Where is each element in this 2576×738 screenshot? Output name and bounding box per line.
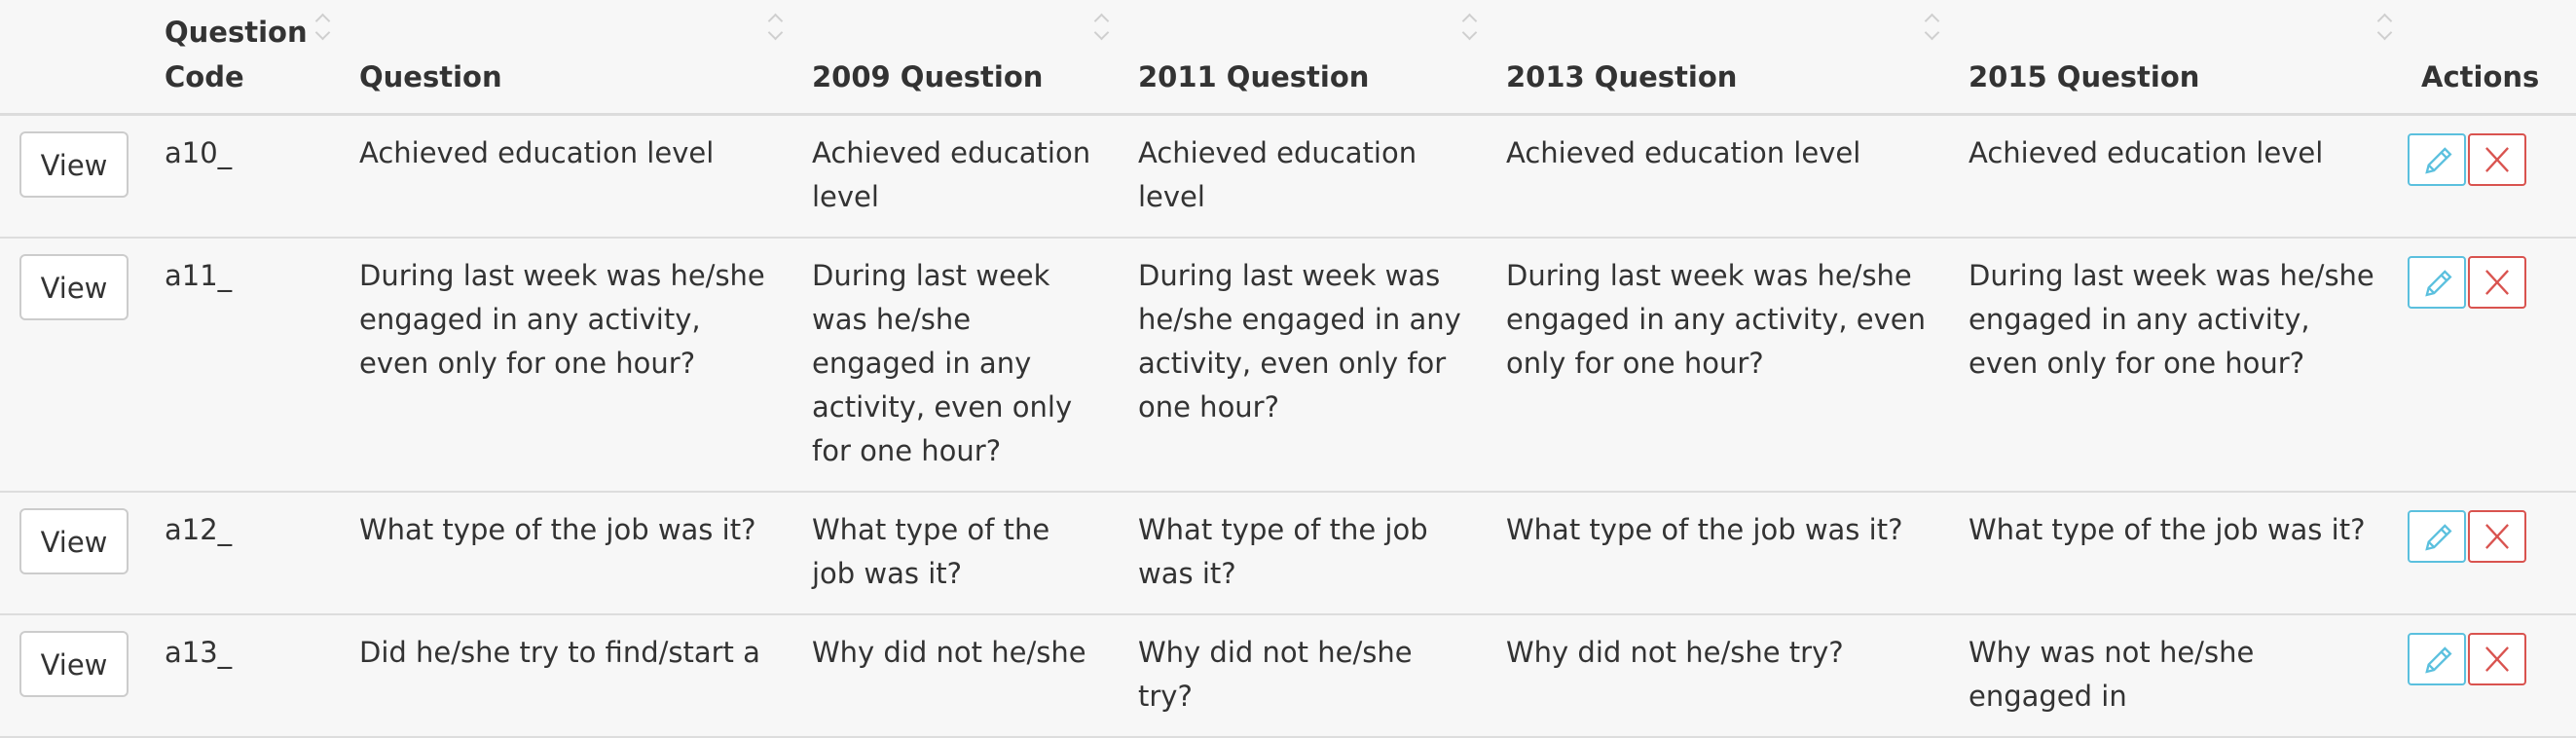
view-button[interactable]: View xyxy=(19,131,129,198)
question-code-cell: a11_ xyxy=(151,238,346,493)
delete-button[interactable] xyxy=(2468,133,2526,186)
question-cell: During last week was he/she engaged in a… xyxy=(346,238,798,493)
question-cell: Achieved education level xyxy=(346,114,798,239)
table-row: View a13_ Did he/she try to find/start a… xyxy=(0,614,2576,738)
header-2009-question[interactable]: 2009 Question xyxy=(798,0,1124,116)
question-2015-cell: Why was not he/she engaged in xyxy=(1955,614,2408,738)
header-row: Question Code Question 2009 Question 201… xyxy=(0,0,2576,116)
view-cell: View xyxy=(0,614,151,738)
question-2009-cell: During last week was he/she engaged in a… xyxy=(798,238,1124,493)
question-2011-cell: Achieved education level xyxy=(1124,114,1492,239)
edit-button[interactable] xyxy=(2408,510,2466,563)
pencil-icon xyxy=(2425,646,2452,674)
close-icon xyxy=(2485,270,2509,295)
actions-cell xyxy=(2408,238,2576,493)
header-view-column xyxy=(0,0,151,116)
question-cell: Did he/she try to find/start a xyxy=(346,614,798,738)
question-2011-cell: During last week was he/she engaged in a… xyxy=(1124,238,1492,493)
question-2015-cell: Achieved education level xyxy=(1955,114,2408,239)
delete-button[interactable] xyxy=(2468,633,2526,685)
view-button[interactable]: View xyxy=(19,254,129,320)
view-cell: View xyxy=(0,114,151,239)
question-2015-cell: What type of the job was it? xyxy=(1955,492,2408,615)
question-2013-cell: Why did not he/she try? xyxy=(1492,614,1955,738)
pencil-icon xyxy=(2425,524,2452,551)
header-2011-question[interactable]: 2011 Question xyxy=(1124,0,1492,116)
question-2015-cell: During last week was he/she engaged in a… xyxy=(1955,238,2408,493)
table-row: View a12_ What type of the job was it? W… xyxy=(0,492,2576,615)
actions-cell xyxy=(2408,114,2576,239)
sort-icon[interactable] xyxy=(1093,12,1109,43)
actions-cell xyxy=(2408,614,2576,738)
question-2011-cell: What type of the job was it? xyxy=(1124,492,1492,615)
question-code-cell: a10_ xyxy=(151,114,346,239)
questions-table: Question Code Question 2009 Question 201… xyxy=(0,0,2576,738)
sort-icon[interactable] xyxy=(1924,12,1939,43)
header-label: 2011 Question xyxy=(1138,60,1370,93)
close-icon xyxy=(2485,524,2509,549)
header-actions: Actions xyxy=(2408,0,2576,116)
header-2015-question[interactable]: 2015 Question xyxy=(1955,0,2408,116)
header-label: Question xyxy=(359,60,502,93)
view-cell: View xyxy=(0,492,151,615)
view-button[interactable]: View xyxy=(19,631,129,697)
header-label: 2015 Question xyxy=(1969,60,2200,93)
question-2009-cell: Achieved education level xyxy=(798,114,1124,239)
question-code-cell: a12_ xyxy=(151,492,346,615)
question-cell: What type of the job was it? xyxy=(346,492,798,615)
header-question-code[interactable]: Question Code xyxy=(151,0,346,116)
header-label: Actions xyxy=(2421,60,2540,93)
sort-icon[interactable] xyxy=(2376,12,2392,43)
question-2013-cell: Achieved education level xyxy=(1492,114,1955,239)
sort-icon[interactable] xyxy=(314,12,330,43)
question-code-cell: a13_ xyxy=(151,614,346,738)
pencil-icon xyxy=(2425,270,2452,297)
question-2009-cell: Why did not he/she xyxy=(798,614,1124,738)
header-label: Question Code xyxy=(165,16,308,93)
header-label: 2009 Question xyxy=(812,60,1044,93)
edit-button[interactable] xyxy=(2408,633,2466,685)
table-row: View a11_ During last week was he/she en… xyxy=(0,238,2576,493)
close-icon xyxy=(2485,147,2509,172)
table-header: Question Code Question 2009 Question 201… xyxy=(0,0,2576,116)
question-2011-cell: Why did not he/she try? xyxy=(1124,614,1492,738)
table-row: View a10_ Achieved education level Achie… xyxy=(0,114,2576,239)
close-icon xyxy=(2485,646,2509,672)
pencil-icon xyxy=(2425,147,2452,174)
delete-button[interactable] xyxy=(2468,510,2526,563)
table-body: View a10_ Achieved education level Achie… xyxy=(0,114,2576,738)
actions-cell xyxy=(2408,492,2576,615)
edit-button[interactable] xyxy=(2408,133,2466,186)
edit-button[interactable] xyxy=(2408,256,2466,309)
sort-icon[interactable] xyxy=(767,12,783,43)
question-2009-cell: What type of the job was it? xyxy=(798,492,1124,615)
view-cell: View xyxy=(0,238,151,493)
header-2013-question[interactable]: 2013 Question xyxy=(1492,0,1955,116)
header-label: 2013 Question xyxy=(1506,60,1738,93)
header-question[interactable]: Question xyxy=(346,0,798,116)
question-2013-cell: What type of the job was it? xyxy=(1492,492,1955,615)
question-2013-cell: During last week was he/she engaged in a… xyxy=(1492,238,1955,493)
view-button[interactable]: View xyxy=(19,508,129,574)
sort-icon[interactable] xyxy=(1461,12,1477,43)
delete-button[interactable] xyxy=(2468,256,2526,309)
